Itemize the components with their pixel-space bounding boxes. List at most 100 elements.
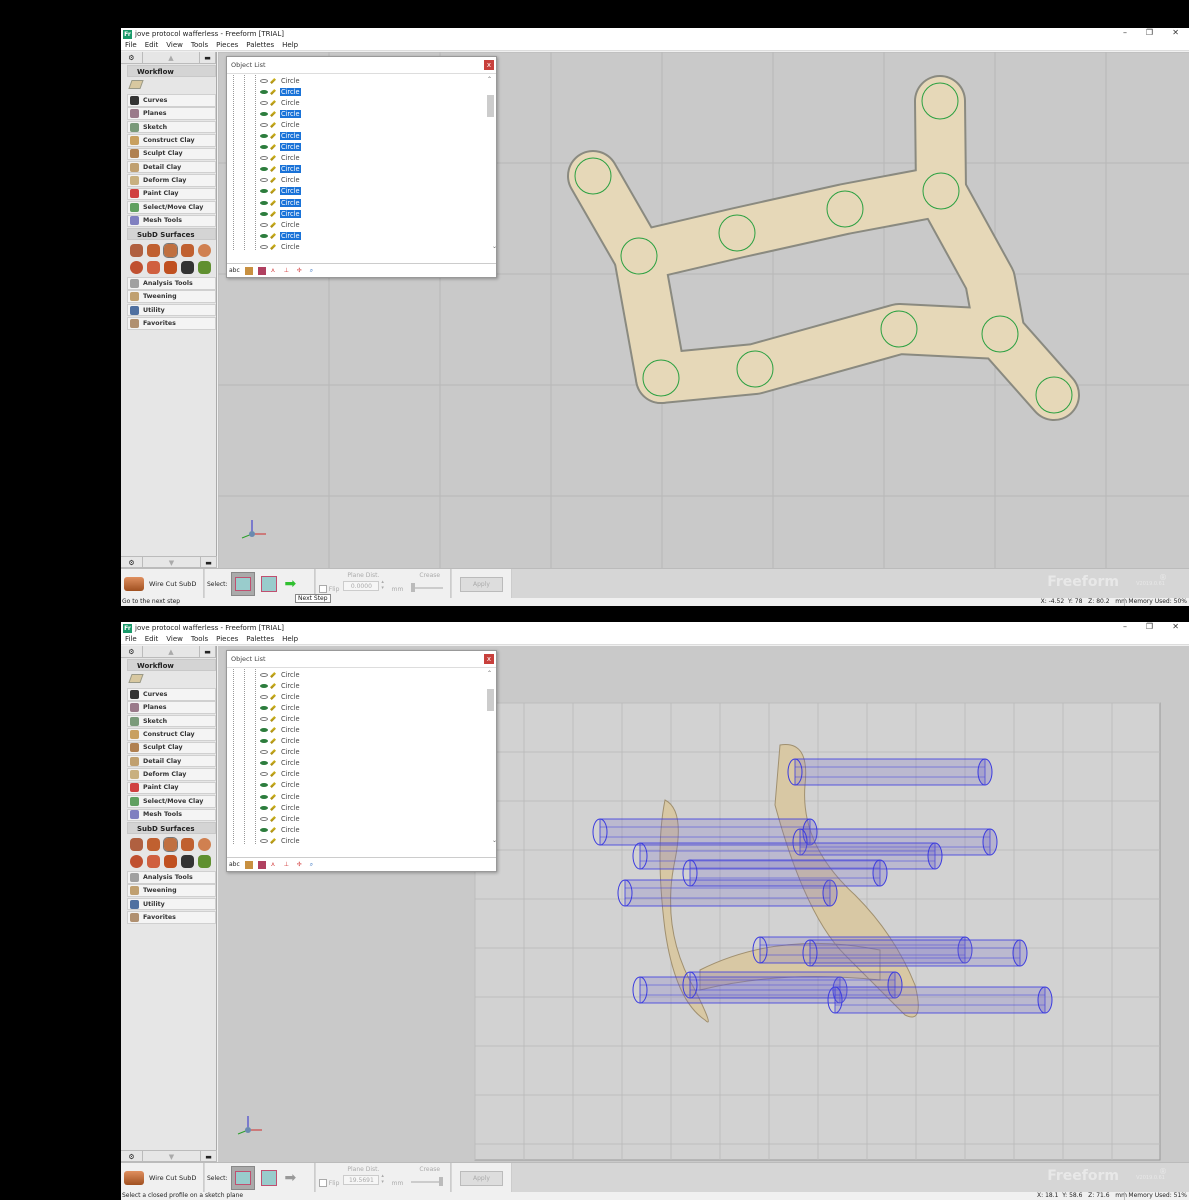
- plane-distance-spinner[interactable]: ▴ ▾: [381, 579, 384, 591]
- subd-tool-9-icon[interactable]: [198, 855, 211, 869]
- visibility-eye-icon[interactable]: [260, 78, 268, 83]
- sidebar-item-utility[interactable]: Utility: [127, 303, 216, 317]
- object-list-item[interactable]: Circle: [227, 175, 486, 186]
- piece-icon[interactable]: [244, 266, 253, 275]
- plane-distance-input[interactable]: 19.5691: [343, 1175, 380, 1185]
- plane-distance-spinner[interactable]: ▴ ▾: [381, 1173, 384, 1185]
- scroll-down-icon[interactable]: ▼: [143, 557, 201, 567]
- visibility-eye-icon[interactable]: [260, 111, 268, 116]
- sidebar-item-mesh-tools[interactable]: Mesh Tools: [127, 808, 216, 822]
- sidebar-item-tweening[interactable]: Tweening: [127, 290, 216, 303]
- cylinder[interactable]: [682, 859, 888, 887]
- palette-menu-icon[interactable]: ▬: [201, 1151, 217, 1161]
- visibility-eye-icon[interactable]: [260, 761, 268, 766]
- object-list-item[interactable]: Circle: [227, 164, 486, 175]
- visibility-eye-icon[interactable]: [260, 794, 268, 799]
- scroll-down-icon[interactable]: ▼: [143, 1151, 201, 1161]
- workflow-header[interactable]: Workflow: [127, 659, 216, 671]
- palette-menu-icon[interactable]: ▬: [200, 646, 217, 657]
- object-list-item[interactable]: Circle: [227, 75, 486, 86]
- object-list-item[interactable]: Circle: [227, 186, 486, 197]
- close-object-list-button[interactable]: x: [484, 654, 494, 664]
- sidebar-item-detail-clay[interactable]: Detail Clay: [127, 160, 216, 174]
- object-list-scrollbar[interactable]: ⌃ ⌄: [487, 75, 497, 250]
- object-list-item[interactable]: Circle: [227, 691, 486, 702]
- menu-view[interactable]: View: [166, 635, 183, 643]
- gear-icon[interactable]: ⚙: [121, 52, 143, 63]
- visibility-eye-icon[interactable]: [260, 178, 268, 183]
- visibility-eye-icon[interactable]: [260, 739, 268, 744]
- object-list-item[interactable]: Circle: [227, 153, 486, 164]
- menu-file[interactable]: File: [125, 41, 137, 49]
- rename-text-button[interactable]: abc: [229, 267, 240, 275]
- restore-icon[interactable]: ❐: [1146, 28, 1153, 37]
- cylinder[interactable]: [592, 818, 818, 846]
- sidebar-item-detail-clay[interactable]: Detail Clay: [127, 754, 216, 768]
- visibility-eye-icon[interactable]: [260, 167, 268, 172]
- search-icon[interactable]: ⌕: [310, 861, 318, 869]
- sidebar-item-sketch[interactable]: Sketch: [127, 120, 216, 134]
- sidebar-item-paint-clay[interactable]: Paint Clay: [127, 781, 216, 795]
- object-list-item[interactable]: Circle: [227, 142, 486, 153]
- layer-icon[interactable]: [257, 266, 266, 275]
- visibility-eye-icon[interactable]: [260, 222, 268, 227]
- subd-tool-6-icon[interactable]: [147, 855, 160, 869]
- sidebar-item-analysis-tools[interactable]: Analysis Tools: [127, 277, 216, 290]
- visibility-eye-icon[interactable]: [260, 156, 268, 161]
- close-object-list-button[interactable]: x: [484, 60, 494, 70]
- select-profile-button[interactable]: [230, 1166, 255, 1190]
- visibility-eye-icon[interactable]: [260, 694, 268, 699]
- object-list-item[interactable]: Circle: [227, 736, 486, 747]
- subd-surfaces-header[interactable]: SubD Surfaces: [127, 228, 216, 241]
- model-surface[interactable]: [637, 305, 1024, 402]
- subd-tool-7-icon[interactable]: [164, 855, 177, 869]
- sidebar-item-sculpt-clay[interactable]: Sculpt Clay: [127, 147, 216, 161]
- apply-button[interactable]: Apply: [460, 576, 503, 592]
- gear-icon[interactable]: ⚙: [121, 557, 143, 567]
- sidebar-item-tweening[interactable]: Tweening: [127, 884, 216, 897]
- visibility-eye-icon[interactable]: [260, 100, 268, 105]
- curve-icon[interactable]: ⋏: [271, 861, 279, 869]
- subd-tool-2-icon[interactable]: [163, 243, 178, 259]
- menu-pieces[interactable]: Pieces: [216, 635, 238, 643]
- visibility-eye-icon[interactable]: [260, 716, 268, 721]
- close-icon[interactable]: ✕: [1172, 28, 1179, 37]
- model-surface[interactable]: [569, 77, 965, 280]
- sidebar-item-sculpt-clay[interactable]: Sculpt Clay: [127, 741, 216, 755]
- object-list-item[interactable]: Circle: [227, 130, 486, 141]
- visibility-eye-icon[interactable]: [260, 705, 268, 710]
- gear-icon[interactable]: ⚙: [121, 1151, 143, 1161]
- axis-icon[interactable]: ✢: [297, 861, 305, 869]
- menu-tools[interactable]: Tools: [191, 41, 208, 49]
- select-profile-button[interactable]: [230, 572, 255, 596]
- subd-tool-8-icon[interactable]: [181, 261, 194, 275]
- subd-tool-7-icon[interactable]: [164, 261, 177, 275]
- apply-button[interactable]: Apply: [460, 1170, 503, 1186]
- subd-tool-4-icon[interactable]: [198, 838, 211, 852]
- visibility-eye-icon[interactable]: [260, 805, 268, 810]
- subd-tool-6-icon[interactable]: [147, 261, 160, 275]
- crease-slider[interactable]: [411, 583, 416, 592]
- visibility-eye-icon[interactable]: [260, 233, 268, 238]
- visibility-eye-icon[interactable]: [260, 122, 268, 127]
- crease-slider[interactable]: [439, 1177, 444, 1186]
- sidebar-item-analysis-tools[interactable]: Analysis Tools: [127, 871, 216, 884]
- piece-icon[interactable]: [244, 860, 253, 869]
- visibility-eye-icon[interactable]: [260, 145, 268, 150]
- object-list-item[interactable]: Circle: [227, 802, 486, 813]
- visibility-eye-icon[interactable]: [260, 189, 268, 194]
- next-step-arrow-icon[interactable]: ➡: [285, 576, 297, 592]
- sidebar-item-paint-clay[interactable]: Paint Clay: [127, 187, 216, 201]
- next-step-arrow-icon[interactable]: ➡: [285, 1170, 297, 1186]
- subd-tool-3-icon[interactable]: [181, 244, 194, 258]
- visibility-eye-icon[interactable]: [260, 244, 268, 249]
- visibility-eye-icon[interactable]: [260, 772, 268, 777]
- visibility-eye-icon[interactable]: [260, 750, 268, 755]
- menu-help[interactable]: Help: [282, 635, 298, 643]
- sidebar-item-select-move-clay[interactable]: Select/Move Clay: [127, 201, 216, 214]
- object-list-scrollbar[interactable]: ⌃ ⌄: [487, 669, 497, 844]
- visibility-eye-icon[interactable]: [260, 683, 268, 688]
- cylinder[interactable]: [827, 986, 1053, 1014]
- cylinder[interactable]: [787, 758, 993, 786]
- object-list-item[interactable]: Circle: [227, 769, 486, 780]
